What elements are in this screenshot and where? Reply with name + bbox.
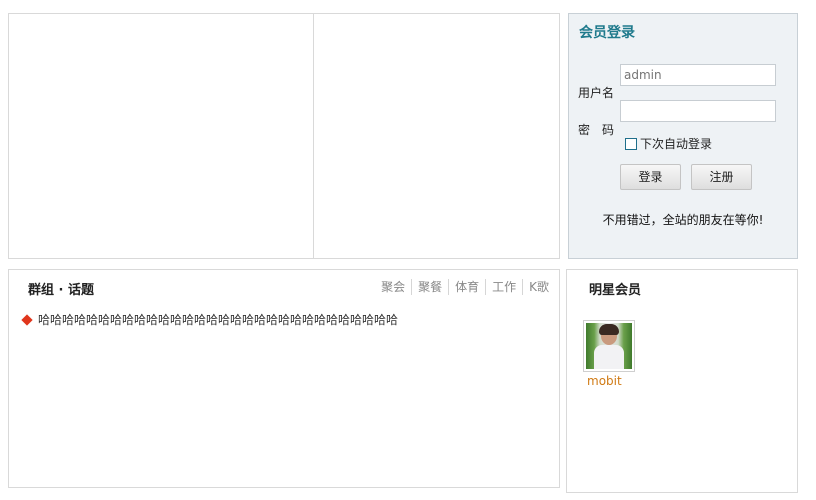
- password-label: 密 码: [578, 123, 615, 137]
- register-button[interactable]: 注册: [691, 164, 752, 190]
- topic-item[interactable]: 哈哈哈哈哈哈哈哈哈哈哈哈哈哈哈哈哈哈哈哈哈哈哈哈哈哈哈哈哈哈: [21, 311, 398, 328]
- tag-sports[interactable]: 体育: [448, 279, 485, 295]
- feature-slide-right: [313, 13, 560, 259]
- tag-dinner[interactable]: 聚餐: [411, 279, 448, 295]
- member-name-link[interactable]: mobit: [587, 374, 622, 388]
- avatar-photo: [586, 323, 632, 369]
- topic-link[interactable]: 哈哈哈哈哈哈哈哈哈哈哈哈哈哈哈哈哈哈哈哈哈哈哈哈哈哈哈哈哈哈: [38, 311, 398, 328]
- member-avatar[interactable]: [583, 320, 635, 372]
- star-member-panel: 明星会员 mobit: [566, 269, 798, 493]
- group-topic-panel: 群组 · 话题 聚会 聚餐 体育 工作 K歌 哈哈哈哈哈哈哈哈哈哈哈哈哈哈哈哈哈…: [8, 269, 560, 488]
- remember-checkbox[interactable]: [625, 138, 637, 150]
- tag-work[interactable]: 工作: [485, 279, 522, 295]
- diamond-bullet-icon: [21, 313, 33, 326]
- star-member-title: 明星会员: [589, 283, 642, 298]
- login-note: 不用错过，全站的朋友在等你!: [602, 213, 764, 227]
- login-title: 会员登录: [579, 25, 635, 41]
- group-topic-title: 群组 · 话题: [28, 283, 94, 298]
- remember-label[interactable]: 下次自动登录: [640, 135, 712, 152]
- login-panel: 会员登录 用户名 密 码 下次自动登录 登录 注册 不用错过，全站的朋友在等你!: [568, 13, 798, 259]
- tag-party[interactable]: 聚会: [375, 279, 411, 295]
- login-button[interactable]: 登录: [620, 164, 681, 190]
- password-input[interactable]: [620, 100, 776, 122]
- tag-karaoke[interactable]: K歌: [522, 279, 549, 295]
- group-tag-list: 聚会 聚餐 体育 工作 K歌: [375, 279, 549, 295]
- username-label: 用户名: [578, 86, 615, 100]
- feature-slide-left: [8, 13, 314, 259]
- username-input[interactable]: [620, 64, 776, 86]
